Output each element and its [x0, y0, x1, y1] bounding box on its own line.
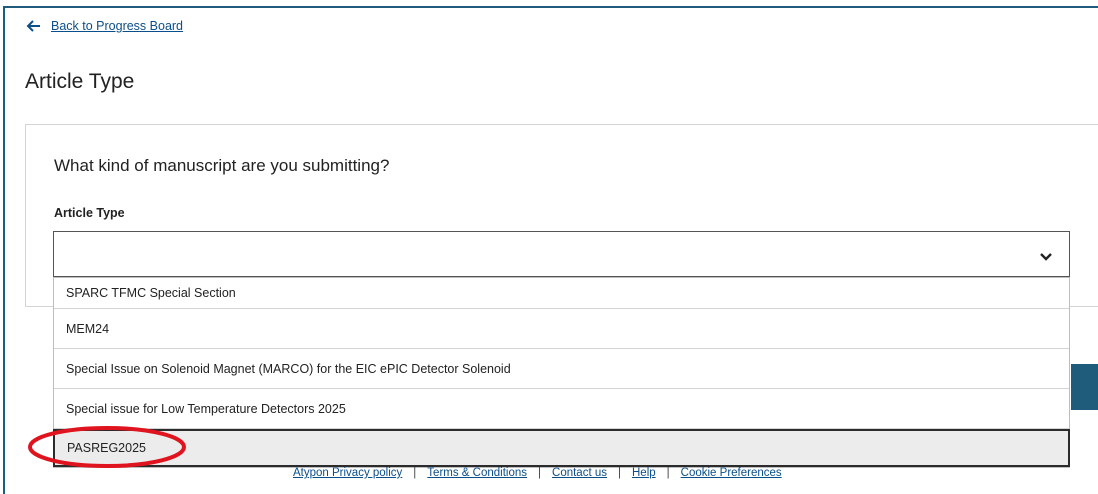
footer-link-terms[interactable]: Terms & Conditions [427, 467, 527, 479]
footer-link-privacy[interactable]: Atypon Privacy policy [293, 467, 402, 479]
dropdown-option-marco[interactable]: Special Issue on Solenoid Magnet (MARCO)… [54, 349, 1069, 389]
article-type-dropdown-list: SPARC TFMC Special Section MEM24 Special… [53, 277, 1070, 468]
footer-separator: | [413, 467, 417, 479]
arrow-left-icon [25, 19, 41, 33]
page-title: Article Type [25, 70, 135, 93]
footer-separator: | [538, 467, 542, 479]
footer-link-contact[interactable]: Contact us [552, 467, 607, 479]
article-type-label: Article Type [54, 206, 125, 220]
back-link-label[interactable]: Back to Progress Board [51, 19, 183, 33]
dropdown-option-ltd2025[interactable]: Special issue for Low Temperature Detect… [54, 389, 1069, 429]
footer-separator: | [666, 467, 670, 479]
footer-separator: | [618, 467, 621, 479]
footer-links: Atypon Privacy policy | Terms & Conditio… [293, 467, 782, 479]
dropdown-option-mem24[interactable]: MEM24 [54, 309, 1069, 349]
dropdown-option-sparc-tfmc[interactable]: SPARC TFMC Special Section [54, 278, 1069, 309]
article-type-select[interactable] [53, 231, 1070, 277]
continue-button-edge[interactable] [1071, 364, 1098, 410]
footer-link-cookie-preferences[interactable]: Cookie Preferences [681, 467, 782, 479]
back-to-progress-board-link[interactable]: Back to Progress Board [25, 19, 183, 33]
footer-link-help[interactable]: Help [632, 467, 656, 479]
question-text: What kind of manuscript are you submitti… [54, 156, 390, 175]
dropdown-option-pasreg2025[interactable]: PASREG2025 [53, 429, 1070, 467]
chevron-down-icon[interactable] [1039, 249, 1053, 261]
